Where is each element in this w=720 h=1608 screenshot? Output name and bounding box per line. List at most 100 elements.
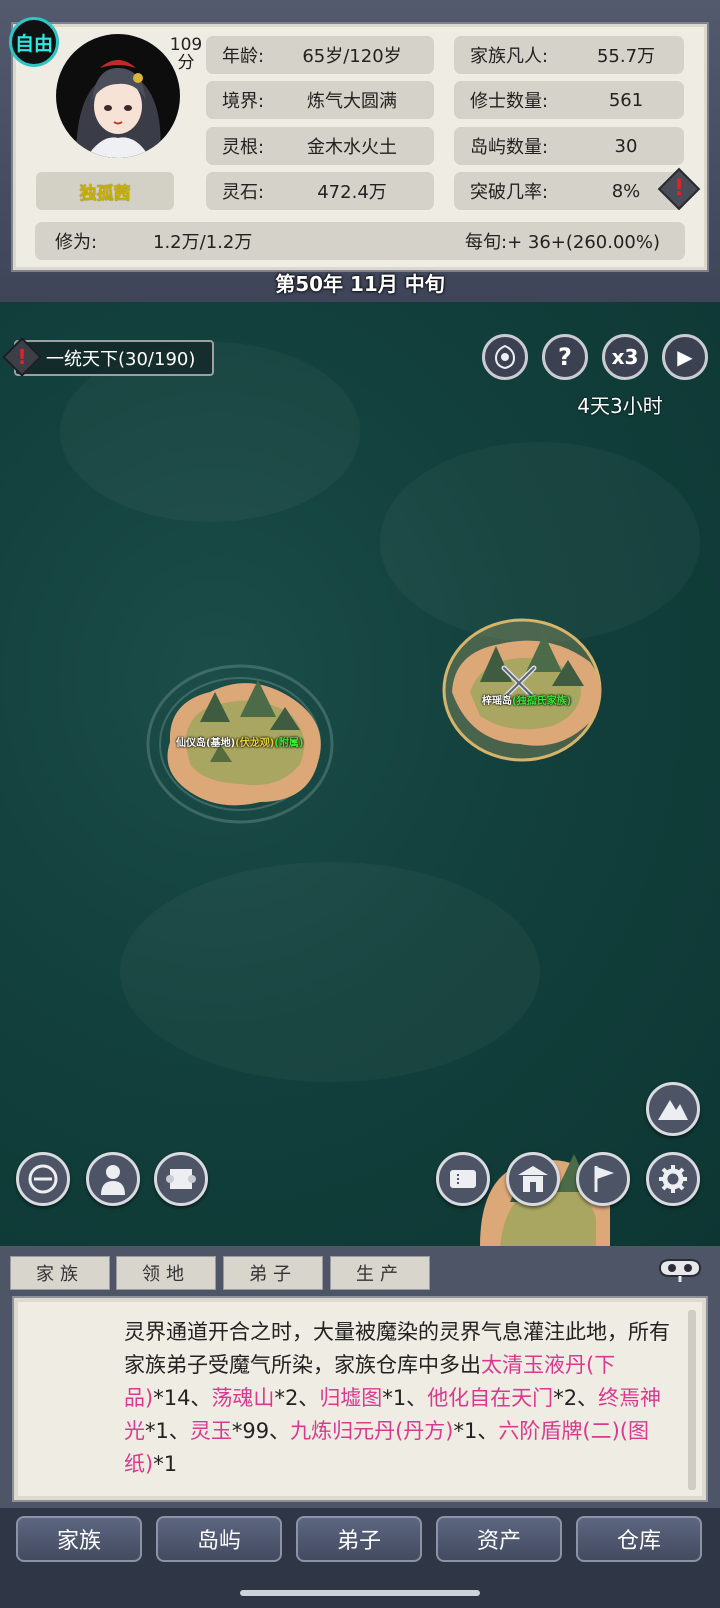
stat-islands-value: 30 bbox=[614, 135, 638, 157]
log-segment: *1、 bbox=[453, 1419, 499, 1443]
stat-cultivation-label: 修为: bbox=[55, 232, 98, 253]
gear-icon bbox=[659, 1165, 687, 1193]
stat-age-label: 年龄: bbox=[222, 46, 265, 67]
ticket-button[interactable] bbox=[436, 1152, 490, 1206]
log-scrollbar[interactable] bbox=[688, 1310, 696, 1490]
nav-family[interactable]: 家族 bbox=[16, 1516, 142, 1562]
stat-per-period: 每旬:+ 36+(260.00%) bbox=[465, 228, 660, 254]
quest-tracker[interactable]: 一统天下(30/190) bbox=[14, 340, 214, 376]
log-segment: *99、 bbox=[231, 1419, 291, 1443]
event-log-text: 灵界通道开合之时，大量被魔染的灵界气息灌注此地，所有家族弟子受魔气所染，家族仓库… bbox=[124, 1316, 676, 1481]
log-item: 荡魂山 bbox=[211, 1386, 275, 1410]
stat-age: 年龄: 65岁/120岁 bbox=[206, 36, 434, 74]
score-value: 109 bbox=[169, 35, 203, 55]
play-button[interactable]: ▶ bbox=[662, 334, 708, 380]
mountain-button[interactable] bbox=[646, 1082, 700, 1136]
map-mist bbox=[120, 862, 540, 1082]
nav-assets[interactable]: 资产 bbox=[436, 1516, 562, 1562]
pavilion-icon bbox=[518, 1166, 548, 1192]
stat-age-value: 65岁/120岁 bbox=[302, 46, 402, 67]
stat-spirit-stone-label: 灵石: bbox=[222, 182, 265, 203]
island-ziyao-icon[interactable] bbox=[440, 612, 610, 762]
log-segment: *1 bbox=[153, 1452, 178, 1476]
warning-glyph: ! bbox=[673, 176, 685, 201]
log-item: 归墟图 bbox=[319, 1386, 383, 1410]
island-tag-sect: (伏龙观) bbox=[235, 738, 275, 749]
stat-spirit-stone: 灵石: 472.4万 bbox=[206, 172, 434, 210]
stat-spirit-stone-value: 472.4万 bbox=[317, 182, 387, 203]
island-tag-vassal: (附属) bbox=[274, 738, 304, 749]
speed-button[interactable]: x3 bbox=[602, 334, 648, 380]
fortune-button[interactable] bbox=[16, 1152, 70, 1206]
island-label-xianyi[interactable]: 仙仪岛(基地)(伏龙观)(附属) bbox=[176, 734, 303, 749]
compass-icon bbox=[28, 1164, 58, 1194]
log-item: 灵玉 bbox=[189, 1419, 232, 1443]
tab-production[interactable]: 生产 bbox=[330, 1256, 430, 1290]
stat-realm-label: 境界: bbox=[222, 91, 265, 112]
help-button[interactable]: ? bbox=[542, 334, 588, 380]
tab-territory[interactable]: 领地 bbox=[116, 1256, 216, 1290]
status-badge[interactable]: 自由 bbox=[9, 17, 59, 67]
nav-disciples[interactable]: 弟子 bbox=[296, 1516, 422, 1562]
game-date: 第50年 11月 中旬 bbox=[275, 272, 445, 296]
home-indicator[interactable] bbox=[240, 1590, 480, 1596]
quest-alert-glyph: ! bbox=[17, 345, 27, 369]
score: 109 分 bbox=[166, 36, 206, 72]
log-item: 他化自在天门 bbox=[427, 1386, 554, 1410]
island-name: 仙仪岛 bbox=[176, 738, 206, 749]
log-segment: *14、 bbox=[153, 1386, 212, 1410]
nav-islands[interactable]: 岛屿 bbox=[156, 1516, 282, 1562]
island-name: 梓瑶岛 bbox=[482, 696, 512, 707]
flag-button[interactable] bbox=[576, 1152, 630, 1206]
stat-spirit-root-label: 灵根: bbox=[222, 137, 265, 158]
island-label-ziyao[interactable]: 梓瑶岛(独孤氏家族) bbox=[482, 692, 571, 707]
scroll-icon bbox=[166, 1169, 196, 1189]
top-frame: 自由 109 分 独孤茜 年龄: 65岁/120岁 境界: 炼气大圆满 灵根: … bbox=[0, 0, 720, 302]
emblem-icon bbox=[494, 344, 516, 370]
island-tag-family: (独孤氏家族) bbox=[512, 696, 572, 707]
avatar[interactable] bbox=[56, 34, 180, 158]
settings-button[interactable] bbox=[646, 1152, 700, 1206]
chain-link-icon[interactable] bbox=[656, 1256, 704, 1284]
event-log[interactable]: 灵界通道开合之时，大量被魔染的灵界气息灌注此地，所有家族弟子受魔气所染，家族仓库… bbox=[12, 1296, 708, 1502]
stat-islands: 岛屿数量: 30 bbox=[454, 127, 684, 165]
character-name[interactable]: 独孤茜 bbox=[36, 172, 174, 210]
sect-emblem-button[interactable] bbox=[482, 334, 528, 380]
flag-icon bbox=[594, 1166, 614, 1192]
tab-family[interactable]: 家族 bbox=[10, 1256, 110, 1290]
countdown-timer: 4天3小时 bbox=[577, 394, 663, 418]
log-segment: *1、 bbox=[382, 1386, 428, 1410]
ticket-icon bbox=[450, 1170, 476, 1188]
log-segment: *2、 bbox=[274, 1386, 320, 1410]
person-icon bbox=[101, 1165, 125, 1195]
world-map[interactable]: 仙仪岛(基地)(伏龙观)(附属) 梓瑶岛(独孤氏家族) bbox=[0, 302, 720, 1246]
stat-realm-value: 炼气大圆满 bbox=[307, 91, 397, 112]
stat-spirit-root: 灵根: 金木水火土 bbox=[206, 127, 434, 165]
log-item: 九炼归元丹(丹方) bbox=[290, 1419, 454, 1443]
character-portrait-icon bbox=[76, 60, 161, 158]
stat-per-period-label: 每旬: bbox=[465, 232, 508, 253]
score-unit: 分 bbox=[177, 53, 195, 73]
stat-realm: 境界: 炼气大圆满 bbox=[206, 81, 434, 119]
stat-cultivators-value: 561 bbox=[608, 89, 644, 111]
stat-islands-label: 岛屿数量: bbox=[470, 137, 549, 158]
nav-warehouse[interactable]: 仓库 bbox=[576, 1516, 702, 1562]
tab-disciples[interactable]: 弟子 bbox=[223, 1256, 323, 1290]
stat-spirit-root-value: 金木水火土 bbox=[307, 137, 397, 158]
log-segment: *1、 bbox=[145, 1419, 190, 1443]
stat-family-mortals: 家族凡人: 55.7万 bbox=[454, 36, 684, 74]
stat-cultivators: 修士数量: 561 bbox=[454, 81, 684, 119]
island-tag-base: (基地) bbox=[206, 738, 236, 749]
stat-breakthrough: 突破几率: 8% bbox=[454, 172, 684, 210]
stat-cultivation-value: 1.2万/1.2万 bbox=[153, 232, 253, 253]
disciple-button[interactable] bbox=[86, 1152, 140, 1206]
mountain-icon bbox=[658, 1100, 688, 1120]
stat-breakthrough-label: 突破几率: bbox=[470, 182, 549, 203]
stat-family-mortals-value: 55.7万 bbox=[596, 46, 656, 67]
scroll-button[interactable] bbox=[154, 1152, 208, 1206]
pavilion-button[interactable] bbox=[506, 1152, 560, 1206]
stat-per-period-value: + 36+(260.00%) bbox=[507, 232, 660, 253]
stat-cultivation: 修为: 1.2万/1.2万 每旬:+ 36+(260.00%) bbox=[35, 222, 685, 260]
stat-family-mortals-label: 家族凡人: bbox=[470, 46, 549, 67]
stat-cultivators-label: 修士数量: bbox=[470, 91, 549, 112]
